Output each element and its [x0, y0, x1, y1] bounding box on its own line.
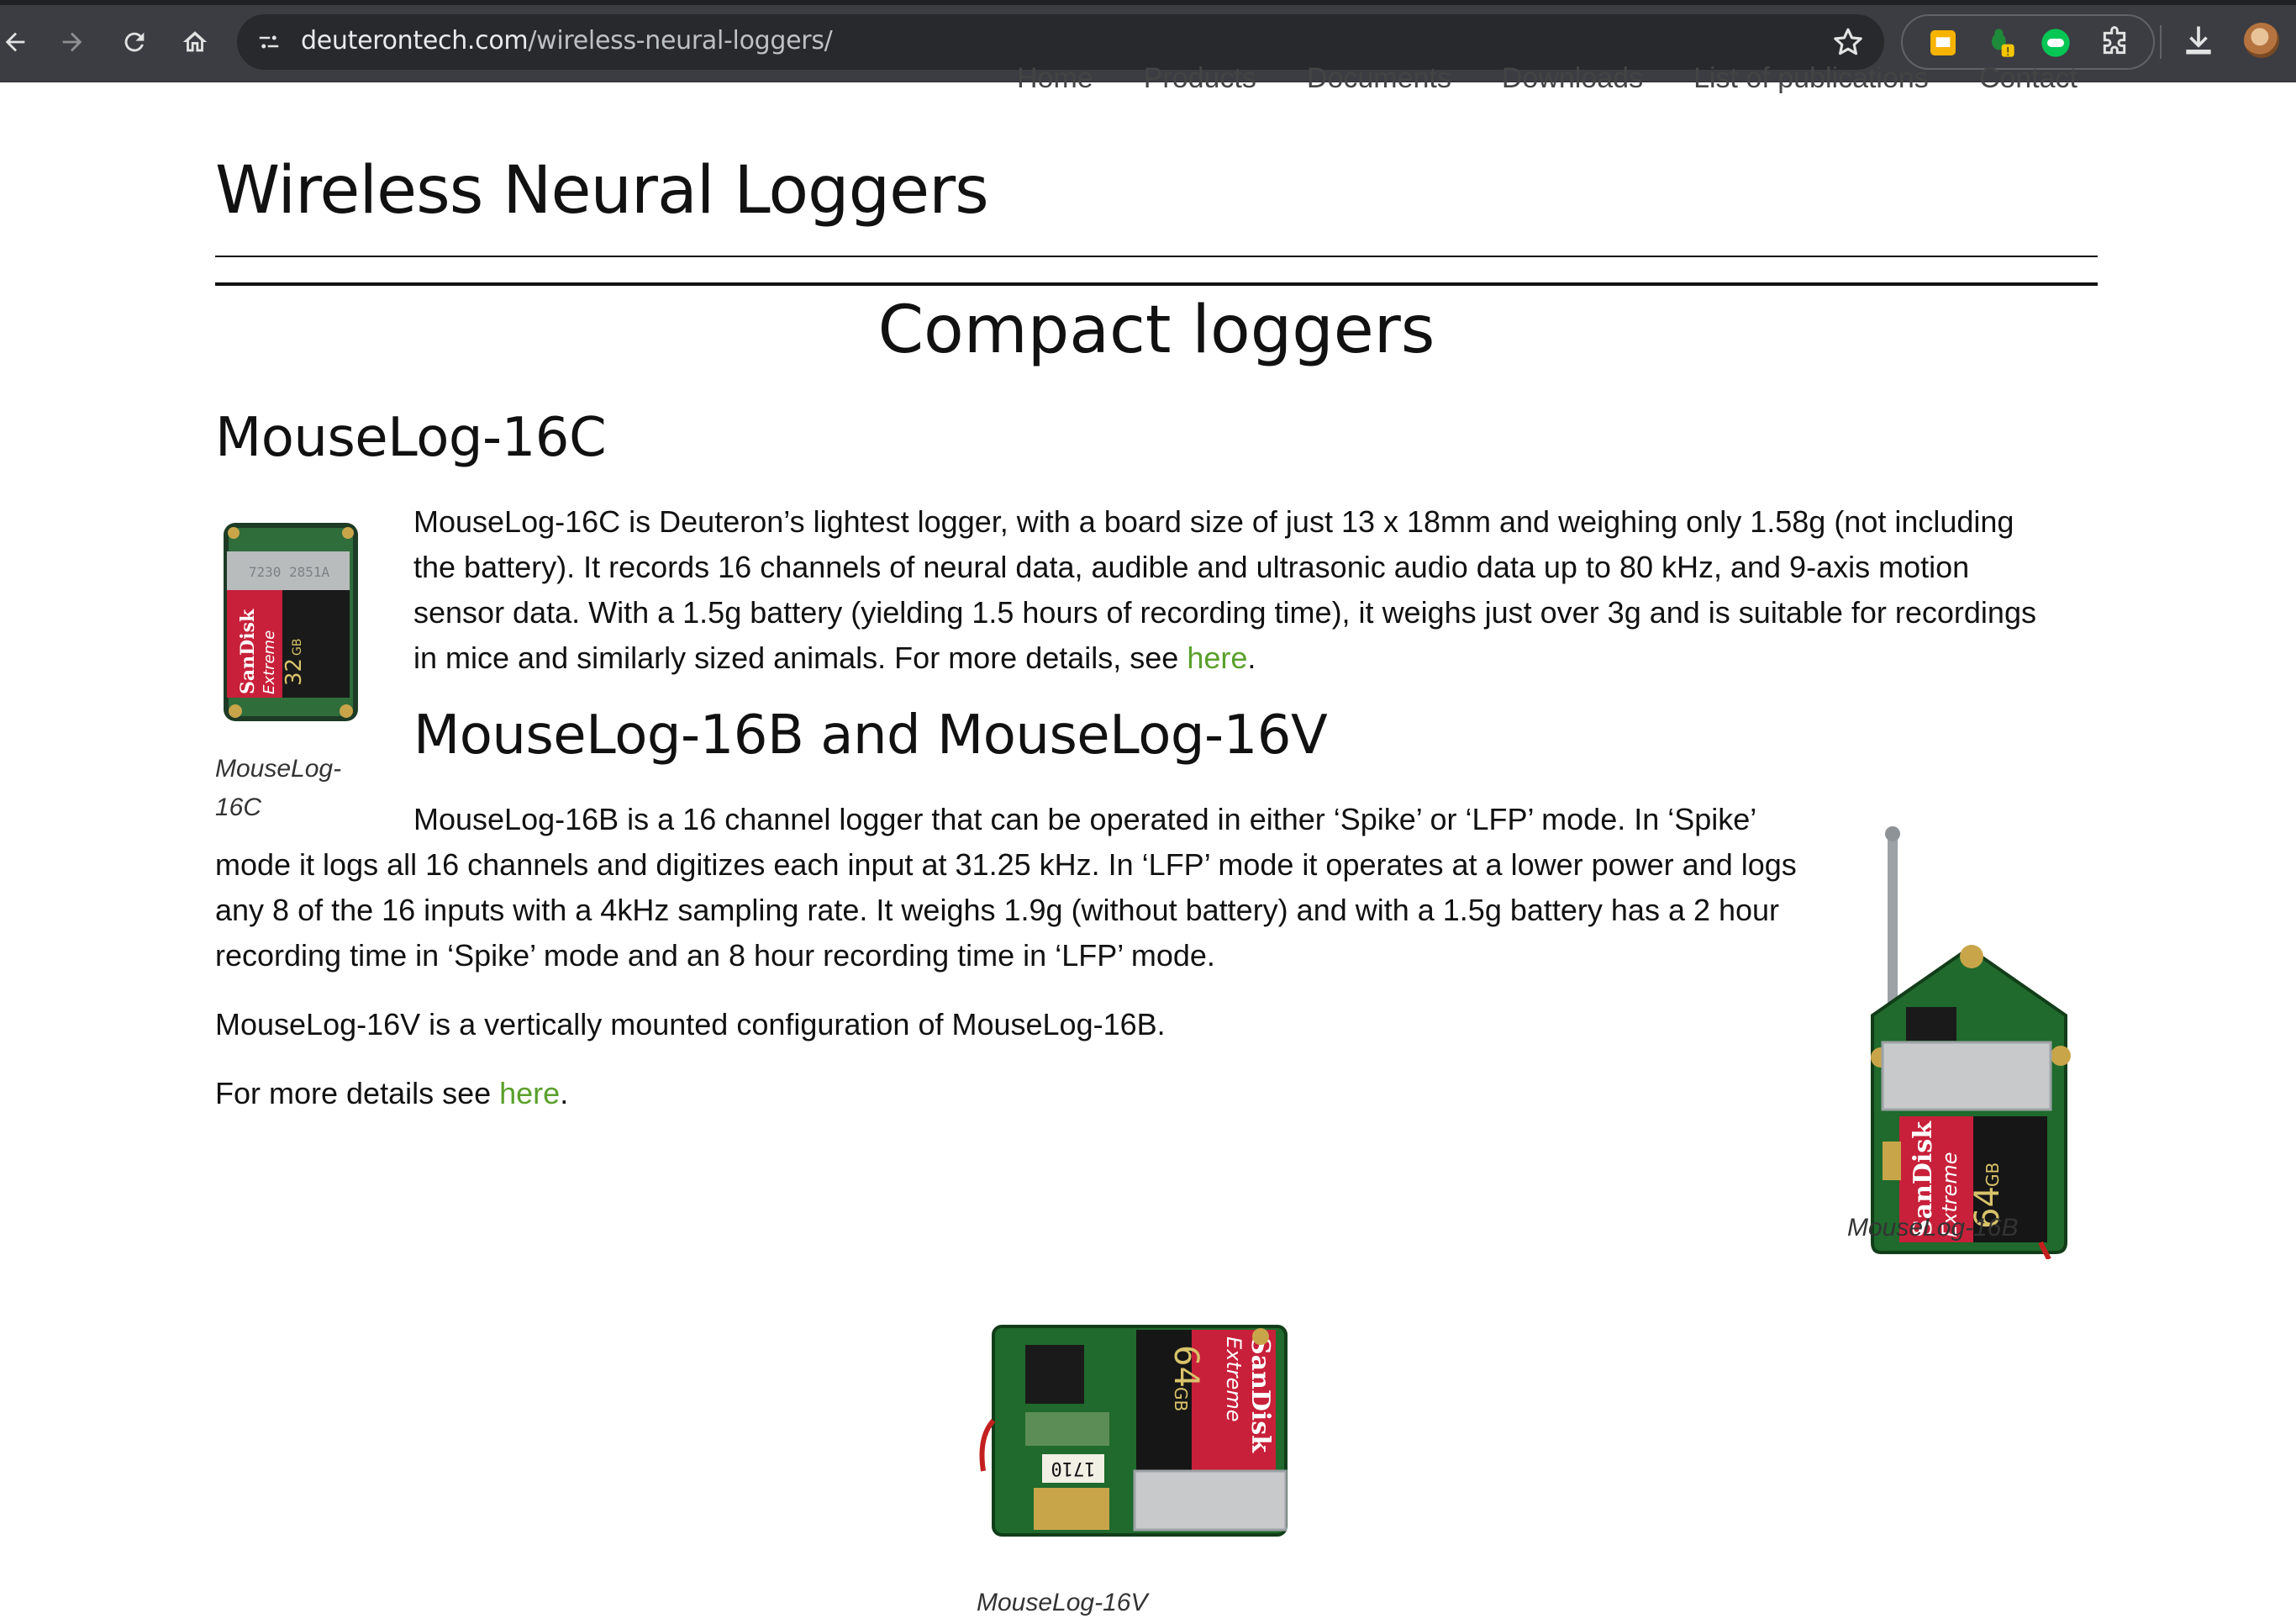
bookmark-star-icon[interactable]: [1830, 24, 1866, 60]
sd-capacity-label: 32: [282, 658, 307, 686]
url-text[interactable]: deuterontech.com/wireless-neural-loggers…: [301, 26, 833, 55]
sd-brand-label-16v: SanDisk: [1245, 1337, 1275, 1453]
more-details-tail: .: [560, 1076, 569, 1110]
mouselog-16c-heading: MouseLog-16C: [215, 407, 607, 469]
mouselog-16b-description: MouseLog-16B is a 16 channel logger that…: [215, 797, 1829, 978]
nav-documents-link[interactable]: Documents: [1307, 62, 1451, 95]
sd-line-label: Extreme: [261, 630, 278, 694]
nav-products-link[interactable]: Products: [1144, 62, 1256, 95]
section-title: Compact loggers: [877, 293, 1435, 368]
svg-text:!: !: [2005, 46, 2009, 59]
mouselog-16c-photo: 7230 2851A SanDisk Extreme 32 GB: [224, 523, 358, 721]
nav-home-link[interactable]: Home: [1017, 62, 1093, 95]
mouselog-16c-here-link[interactable]: here: [1187, 641, 1247, 675]
back-button[interactable]: [0, 18, 39, 66]
mouselog-16v-photo: 1710 SanDisk Extreme 64 GB: [979, 1325, 1288, 1537]
mouselog-16bv-heading: MouseLog-16B and MouseLog-16V: [413, 704, 1328, 767]
title-divider: [215, 256, 2098, 257]
mouselog-16b-caption: MouseLog-16B: [1847, 1214, 2019, 1242]
mouselog-16v-description: MouseLog-16V is a vertically mounted con…: [215, 1007, 1166, 1041]
site-navigation: Home Products Documents Downloads List of pu…: [1017, 62, 2109, 96]
toolbar-divider: [2160, 25, 2162, 59]
url-path: /wireless-neural-loggers/: [528, 26, 833, 55]
download-icon[interactable]: [2180, 22, 2217, 59]
page-content: Home Products Documents Downloads List of pu…: [0, 62, 2296, 1624]
home-button[interactable]: [171, 18, 219, 66]
arrow-right-icon: [62, 32, 82, 52]
mouselog-16c-tail: .: [1247, 641, 1256, 675]
sd-unit-label-16b: GB: [1983, 1163, 2003, 1187]
url-domain: deuterontech.com: [301, 26, 529, 55]
reload-button[interactable]: [111, 18, 158, 66]
chat-extension-icon[interactable]: [2039, 26, 2072, 60]
nav-contact-link[interactable]: Contact: [1979, 62, 2077, 95]
arrow-left-icon: [5, 32, 25, 52]
profile-avatar[interactable]: [2244, 23, 2279, 58]
puzzle-icon[interactable]: [2098, 26, 2131, 60]
reload-icon: [124, 32, 145, 52]
tab-strip-edge: [0, 0, 2296, 5]
note-extension-icon[interactable]: [1926, 26, 1960, 60]
more-details-prefix: For more details see: [215, 1076, 500, 1110]
sd-brand-label: SanDisk: [237, 609, 259, 694]
nav-downloads-link[interactable]: Downloads: [1502, 62, 1643, 95]
mouselog-16b-photo: SanDisk Extreme 64 GB: [1871, 826, 2071, 1259]
site-settings-icon[interactable]: [250, 24, 287, 61]
mouselog-16v-caption: MouseLog-16V: [977, 1589, 1148, 1616]
board-label: 1710: [1051, 1458, 1096, 1479]
sd-line-label-16v: Extreme: [1222, 1337, 1245, 1422]
page-title: Wireless Neural Loggers: [215, 153, 989, 229]
nav-publications-link[interactable]: List of publications: [1693, 62, 1929, 95]
sd-serial-label: 7230 2851A: [249, 564, 330, 580]
bug-extension-icon[interactable]: !: [1983, 26, 2017, 60]
mouselog-16b-body: MouseLog-16B is a 16 channel logger that…: [215, 802, 1797, 973]
section-divider: [215, 282, 2098, 286]
forward-button[interactable]: [49, 18, 96, 66]
more-details-line: For more details see here.: [215, 1071, 1056, 1116]
sd-unit-label-16v: GB: [1171, 1387, 1191, 1411]
sd-capacity-label-16v: 64: [1166, 1345, 1205, 1388]
mouselog-16c-description: MouseLog-16C is Deuteron’s lightest logg…: [413, 499, 2061, 681]
sd-unit-label: GB: [291, 639, 304, 656]
home-icon: [182, 31, 208, 52]
mouselog-16bv-here-link[interactable]: here: [499, 1076, 560, 1110]
